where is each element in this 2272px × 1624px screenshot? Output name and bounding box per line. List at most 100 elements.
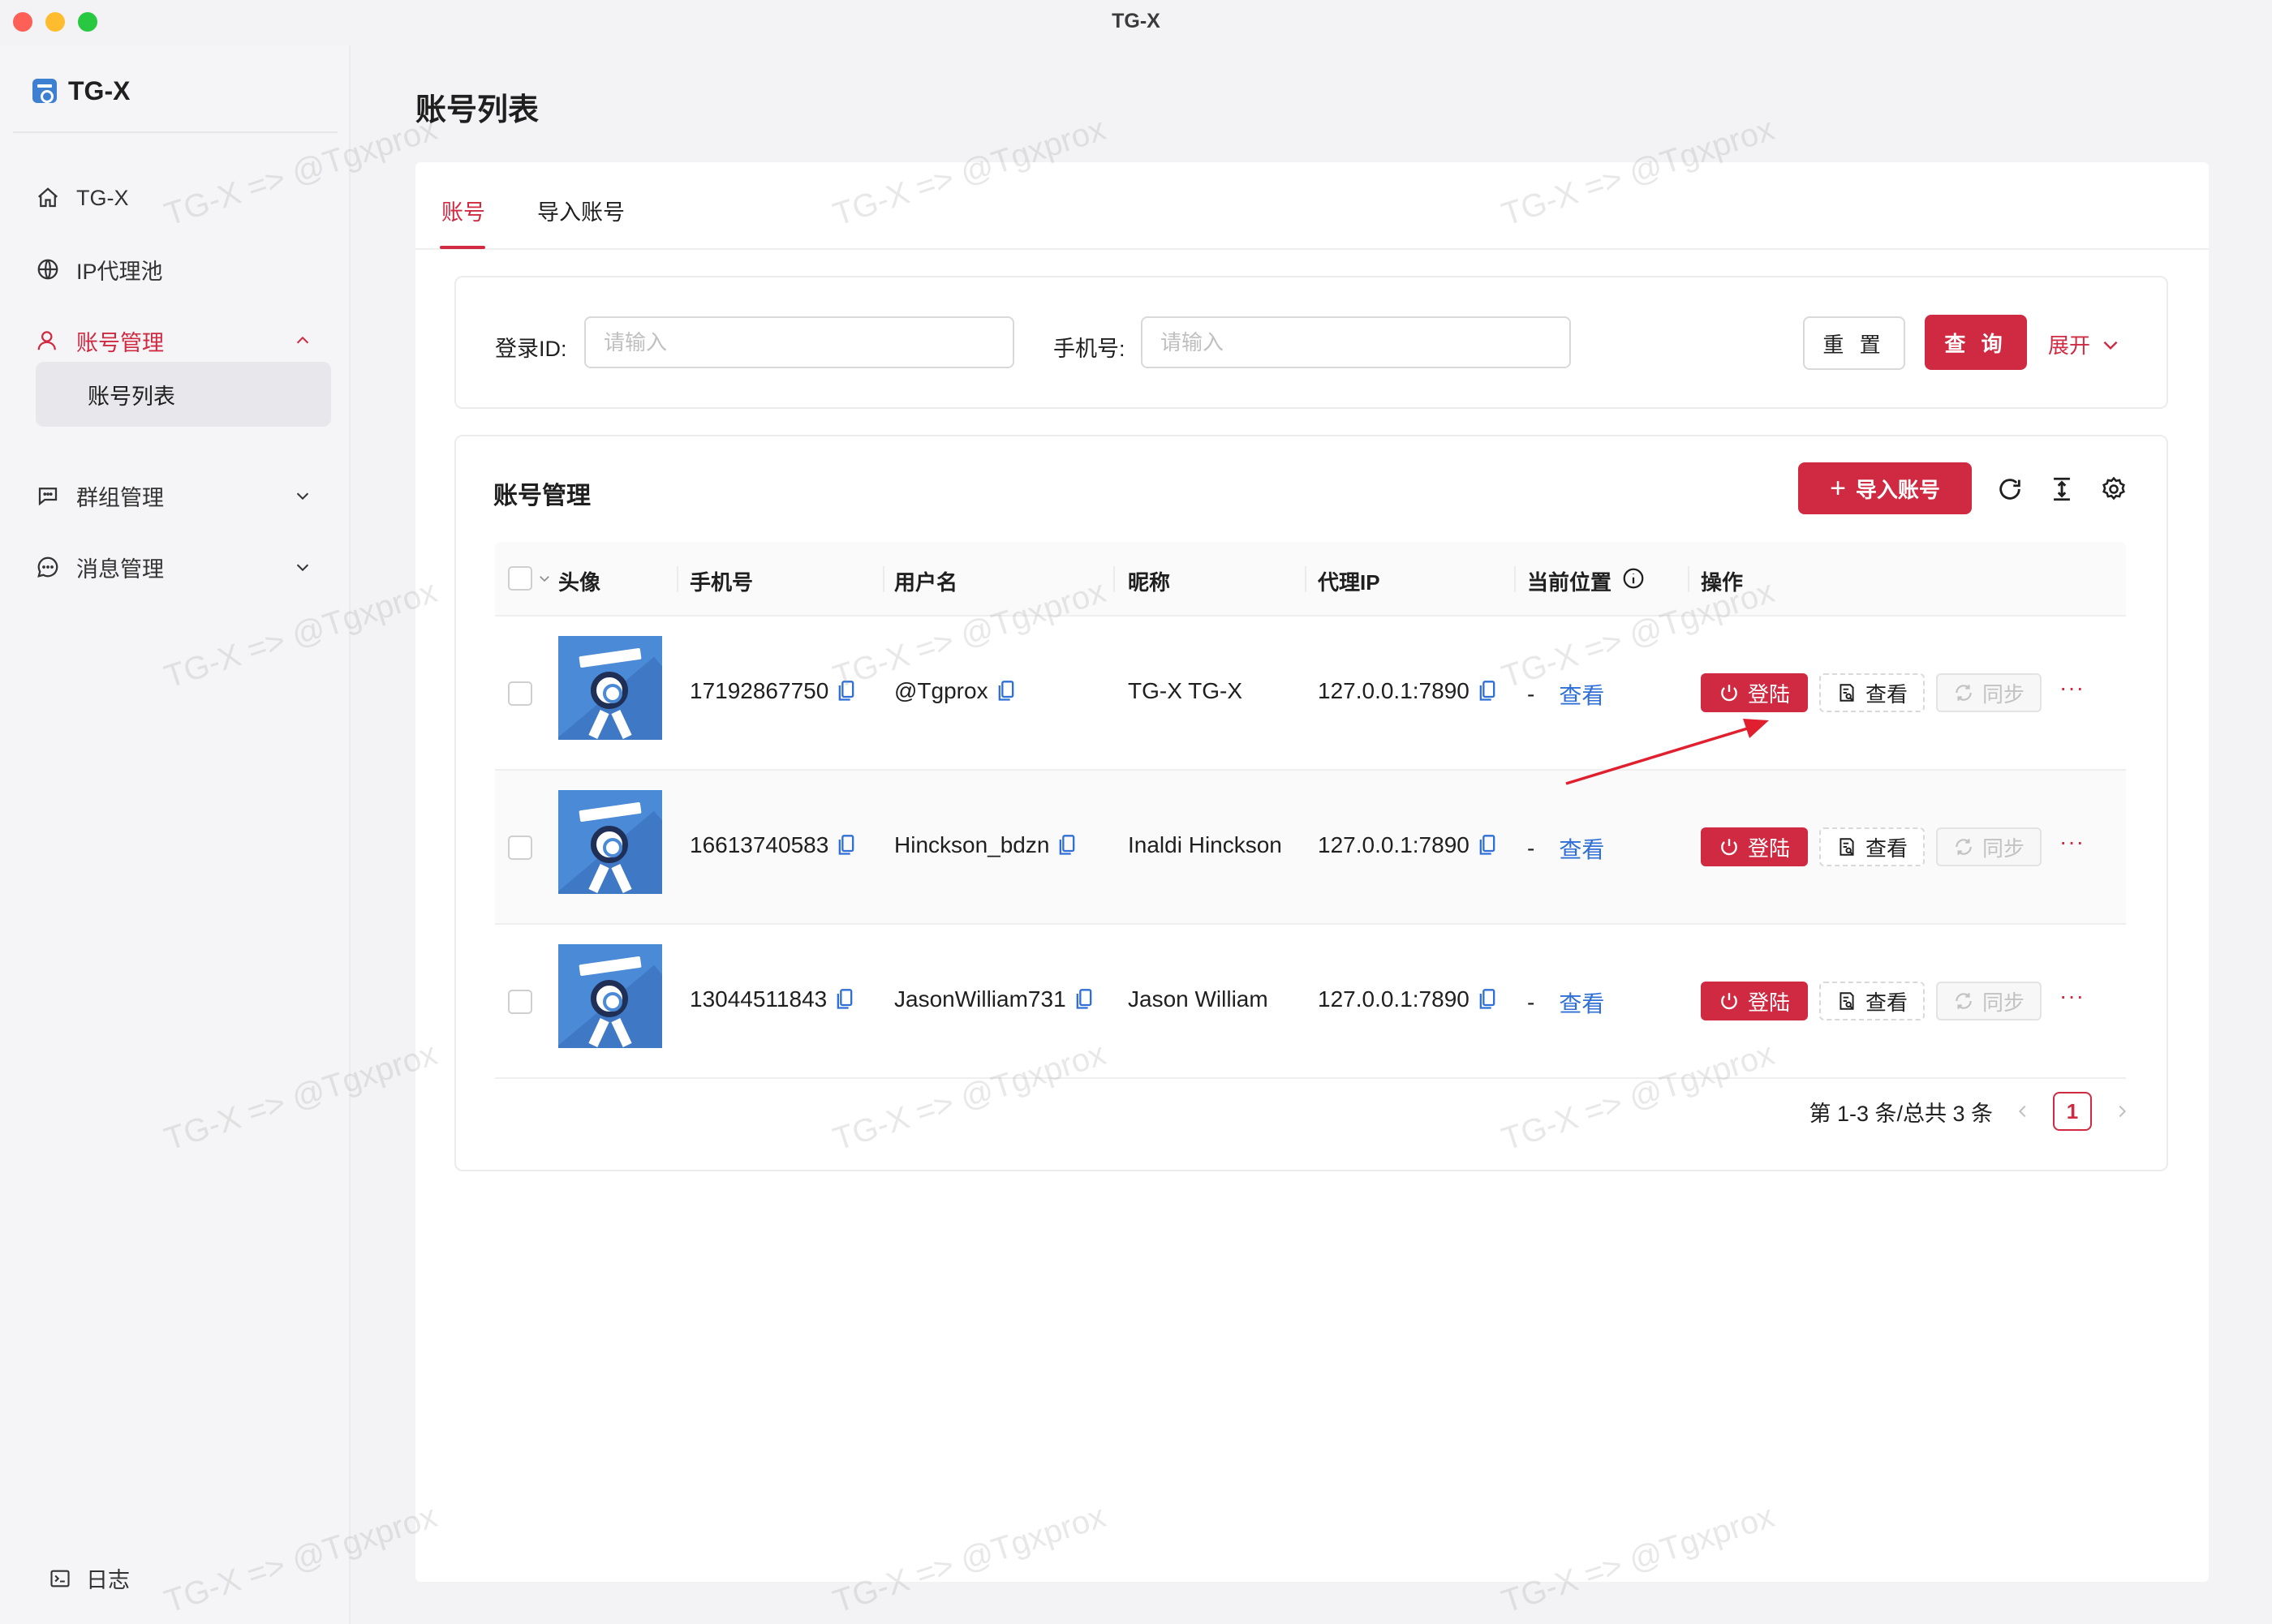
view-label: 查看 — [1865, 836, 1908, 861]
chevron-left-icon[interactable] — [2014, 1102, 2032, 1120]
chevron-up-icon — [296, 336, 309, 344]
proxy-cell: 127.0.0.1:7890 — [1318, 678, 1497, 704]
settings-icon[interactable] — [2100, 475, 2128, 503]
sidebar-item-message-management[interactable]: 消息管理 — [36, 543, 312, 591]
login-button[interactable]: 登陆 — [1701, 673, 1808, 712]
phone-cell: 13044511843 — [690, 986, 854, 1012]
copy-icon[interactable] — [837, 680, 856, 702]
location-value: - — [1527, 681, 1535, 707]
sidebar-item-ip-proxy[interactable]: IP代理池 — [36, 245, 312, 294]
copy-icon[interactable] — [996, 680, 1016, 702]
chevron-right-icon[interactable] — [2113, 1102, 2131, 1120]
sync-icon — [1956, 993, 1972, 1009]
tab-import-accounts[interactable]: 导入账号 — [537, 195, 625, 226]
sidebar-item-label: TG-X — [76, 185, 129, 210]
column-divider — [1688, 566, 1689, 592]
message-icon — [37, 556, 58, 578]
username-cell: Hinckson_bdzn — [894, 832, 1077, 858]
username-cell: @Tgprox — [894, 678, 1016, 704]
view-location-link[interactable]: 查看 — [1559, 832, 1604, 865]
sidebar-item-label: 群组管理 — [76, 485, 164, 510]
sidebar-item-home[interactable]: TG-X — [36, 174, 312, 222]
row-checkbox[interactable] — [508, 681, 532, 706]
app-logo-icon — [32, 79, 57, 103]
refresh-icon[interactable] — [1996, 475, 2024, 503]
more-actions-button[interactable]: ··· — [2059, 829, 2085, 855]
copy-icon[interactable] — [835, 988, 854, 1011]
info-icon[interactable] — [1621, 566, 1646, 591]
page-button-current[interactable]: 1 — [2053, 1092, 2092, 1131]
copy-icon[interactable] — [837, 834, 856, 857]
divider — [13, 131, 338, 133]
copy-icon[interactable] — [1074, 988, 1094, 1011]
column-location: 当前位置 — [1527, 570, 1612, 595]
view-location-link[interactable]: 查看 — [1559, 678, 1604, 711]
proxy-value: 127.0.0.1:7890 — [1318, 832, 1469, 857]
sync-button[interactable]: 同步 — [1936, 982, 2042, 1020]
power-icon — [1721, 685, 1737, 702]
terminal-icon — [50, 1570, 70, 1587]
phone-cell: 17192867750 — [690, 678, 856, 704]
sidebar-item-account-list[interactable]: 账号列表 — [36, 362, 331, 427]
login-button[interactable]: 登陆 — [1701, 827, 1808, 866]
row-checkbox[interactable] — [508, 836, 532, 860]
power-icon — [1721, 839, 1737, 856]
more-actions-button[interactable]: ··· — [2059, 983, 2085, 1009]
login-id-input[interactable] — [584, 316, 1014, 368]
sync-label: 同步 — [1982, 836, 2025, 861]
tab-accounts[interactable]: 账号 — [441, 195, 485, 226]
phone-value: 13044511843 — [690, 986, 828, 1012]
copy-icon[interactable] — [1478, 680, 1497, 702]
column-nickname: 昵称 — [1128, 570, 1171, 595]
sync-icon — [1956, 839, 1972, 855]
table-row: 16613740583 Hinckson_bdzn Inaldi Hinckso… — [495, 771, 2126, 925]
sync-label: 同步 — [1982, 990, 2025, 1015]
copy-icon[interactable] — [1478, 834, 1497, 857]
proxy-cell: 127.0.0.1:7890 — [1318, 832, 1497, 858]
tab-bar: 账号 导入账号 — [415, 162, 2209, 250]
pagination-summary: 第 1-3 条/总共 3 条 — [1809, 1101, 1993, 1126]
nickname-value: TG-X TG-X — [1128, 678, 1243, 703]
sidebar-item-label: 消息管理 — [76, 556, 164, 582]
reset-button[interactable]: 重 置 — [1803, 316, 1905, 370]
select-all-checkbox[interactable] — [508, 566, 532, 591]
more-actions-button[interactable]: ··· — [2059, 675, 2085, 701]
import-account-label: 导入账号 — [1855, 477, 1940, 502]
chevron-down-icon — [2103, 341, 2118, 350]
nickname-cell: Jason William — [1128, 986, 1268, 1012]
import-account-button[interactable]: + 导入账号 — [1798, 462, 1972, 514]
expand-toggle[interactable]: 展开 — [2048, 329, 2121, 359]
copy-icon[interactable] — [1057, 834, 1077, 857]
query-button[interactable]: 查 询 — [1925, 315, 2027, 370]
brand-name: TG-X — [68, 75, 131, 105]
column-proxy-ip: 代理IP — [1318, 570, 1380, 595]
avatar — [558, 636, 662, 740]
sync-button[interactable]: 同步 — [1936, 827, 2042, 866]
login-button[interactable]: 登陆 — [1701, 982, 1808, 1020]
phone-input[interactable] — [1141, 316, 1571, 368]
view-detail-icon — [1840, 992, 1854, 1010]
view-button[interactable]: 查看 — [1819, 982, 1925, 1020]
copy-icon[interactable] — [1478, 988, 1497, 1011]
view-location-link[interactable]: 查看 — [1559, 986, 1604, 1019]
username-cell: JasonWilliam731 — [894, 986, 1094, 1012]
username-value: Hinckson_bdzn — [894, 832, 1050, 857]
home-icon — [38, 187, 58, 208]
nickname-cell: TG-X TG-X — [1128, 678, 1242, 704]
row-checkbox[interactable] — [508, 990, 532, 1014]
sidebar: TG-X TG-X IP代理池 账号管理 账号列表 群组管理 消息管理 日志 — [0, 45, 351, 1624]
view-button[interactable]: 查看 — [1819, 827, 1925, 866]
login-label: 登陆 — [1747, 836, 1790, 861]
column-phone: 手机号 — [690, 570, 754, 595]
sidebar-item-group-management[interactable]: 群组管理 — [36, 471, 312, 520]
sidebar-item-account-management[interactable]: 账号管理 — [36, 316, 312, 365]
location-cell: - 查看 — [1527, 678, 1604, 711]
sidebar-item-log[interactable]: 日志 — [49, 1562, 130, 1594]
view-label: 查看 — [1865, 990, 1908, 1015]
sync-button[interactable]: 同步 — [1936, 673, 2042, 712]
view-button[interactable]: 查看 — [1819, 673, 1925, 712]
chevron-down-icon[interactable] — [537, 571, 552, 586]
window-title: TG-X — [1112, 10, 1160, 32]
column-height-icon[interactable] — [2048, 475, 2076, 503]
brand[interactable]: TG-X — [32, 75, 130, 107]
